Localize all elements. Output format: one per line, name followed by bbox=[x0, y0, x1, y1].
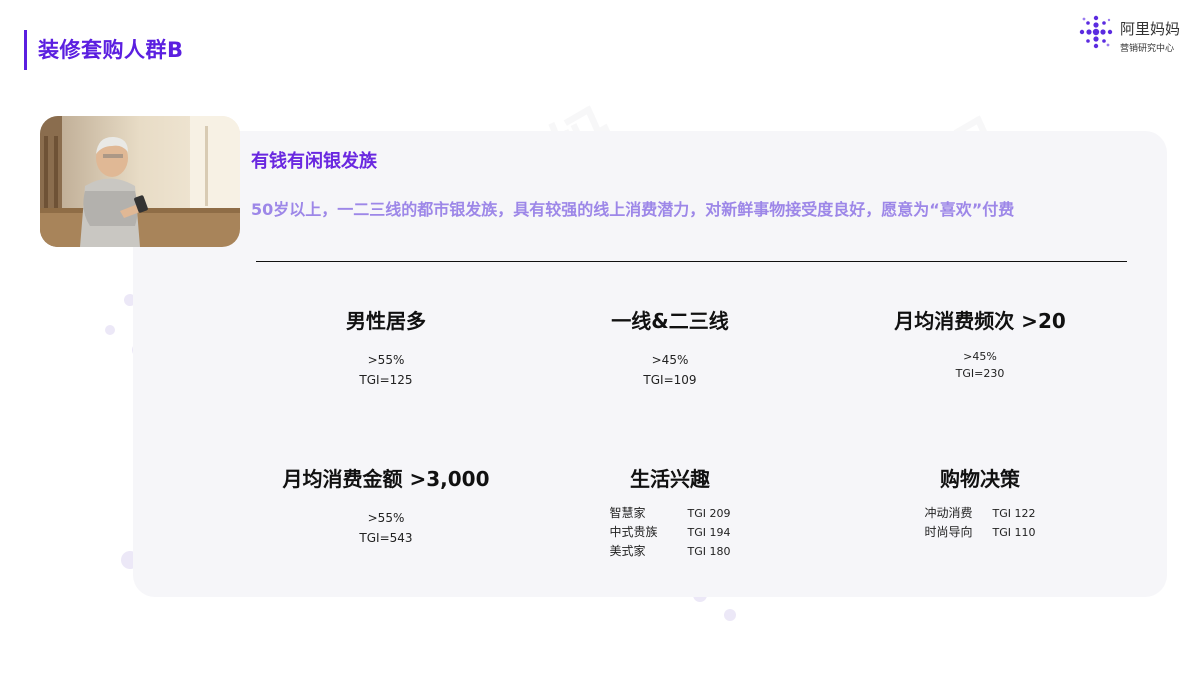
stat-tgi: TGI=543 bbox=[359, 531, 413, 545]
stat-heading: 月均消费频次 >20 bbox=[894, 309, 1066, 333]
stat-purchase-frequency: 月均消费频次 >20 >45% TGI=230 bbox=[830, 305, 1130, 382]
decision-list: 冲动消费 TGI 122 时尚导向 TGI 110 bbox=[925, 504, 1036, 542]
persona-title: 有钱有闲银发族 bbox=[251, 151, 377, 172]
stat-city-tier: 一线&二三线 >45% TGI=109 bbox=[520, 305, 820, 390]
stat-value: >45% bbox=[963, 350, 997, 363]
list-item: 冲动消费 TGI 122 bbox=[925, 504, 1036, 523]
stat-value: >45% bbox=[651, 353, 689, 367]
stat-heading: 男性居多 bbox=[346, 309, 426, 333]
stat-heading: 购物决策 bbox=[940, 467, 1020, 491]
persona-description: 50岁以上，一二三线的都市银发族，具有较强的线上消费潜力，对新鲜事物接受度良好，… bbox=[251, 200, 1015, 219]
interest-list: 智慧家 TGI 209 中式贵族 TGI 194 美式家 TGI 180 bbox=[610, 504, 731, 561]
logo-subtitle: 营销研究中心 bbox=[1120, 44, 1175, 54]
interest-tgi: TGI 209 bbox=[687, 507, 731, 520]
stat-gender: 男性居多 >55% TGI=125 bbox=[236, 305, 536, 390]
stat-life-interests: 生活兴趣 智慧家 TGI 209 中式贵族 TGI 194 美式家 TGI 180 bbox=[520, 463, 820, 561]
interest-label: 中式贵族 bbox=[609, 525, 658, 539]
decision-tgi: TGI 110 bbox=[992, 526, 1036, 539]
stat-value: >55% bbox=[367, 353, 405, 367]
list-item: 时尚导向 TGI 110 bbox=[925, 523, 1036, 542]
stat-tgi: TGI=109 bbox=[643, 373, 697, 387]
decision-tgi: TGI 122 bbox=[992, 507, 1036, 520]
dots-cluster-logo-icon bbox=[1079, 15, 1113, 49]
list-item: 智慧家 TGI 209 bbox=[610, 504, 731, 523]
brand-logo: 阿里妈妈 营销研究中心 bbox=[1078, 14, 1190, 62]
stat-tgi: TGI=125 bbox=[359, 373, 413, 387]
elderly-man-using-phone-photo-icon bbox=[40, 116, 240, 247]
interest-label: 美式家 bbox=[609, 544, 646, 558]
stat-monthly-spend: 月均消费金额 >3,000 >55% TGI=543 bbox=[236, 463, 536, 548]
decision-label: 时尚导向 bbox=[924, 525, 973, 539]
section-divider bbox=[256, 261, 1127, 262]
title-accent-bar bbox=[24, 30, 27, 70]
interest-tgi: TGI 180 bbox=[687, 545, 731, 558]
stat-value: >55% bbox=[367, 511, 405, 525]
interest-label: 智慧家 bbox=[609, 506, 646, 520]
stat-shopping-decision: 购物决策 冲动消费 TGI 122 时尚导向 TGI 110 bbox=[830, 463, 1130, 542]
stat-heading: 月均消费金额 >3,000 bbox=[282, 467, 490, 491]
stat-heading: 一线&二三线 bbox=[611, 309, 729, 333]
decision-label: 冲动消费 bbox=[924, 506, 973, 520]
page-title: 装修套购人群B bbox=[38, 38, 184, 62]
stat-heading: 生活兴趣 bbox=[630, 467, 710, 491]
list-item: 中式贵族 TGI 194 bbox=[610, 523, 731, 542]
interest-tgi: TGI 194 bbox=[687, 526, 731, 539]
persona-photo bbox=[40, 116, 240, 247]
stat-tgi: TGI=230 bbox=[955, 367, 1005, 380]
list-item: 美式家 TGI 180 bbox=[610, 542, 731, 561]
logo-name: 阿里妈妈 bbox=[1120, 20, 1181, 38]
